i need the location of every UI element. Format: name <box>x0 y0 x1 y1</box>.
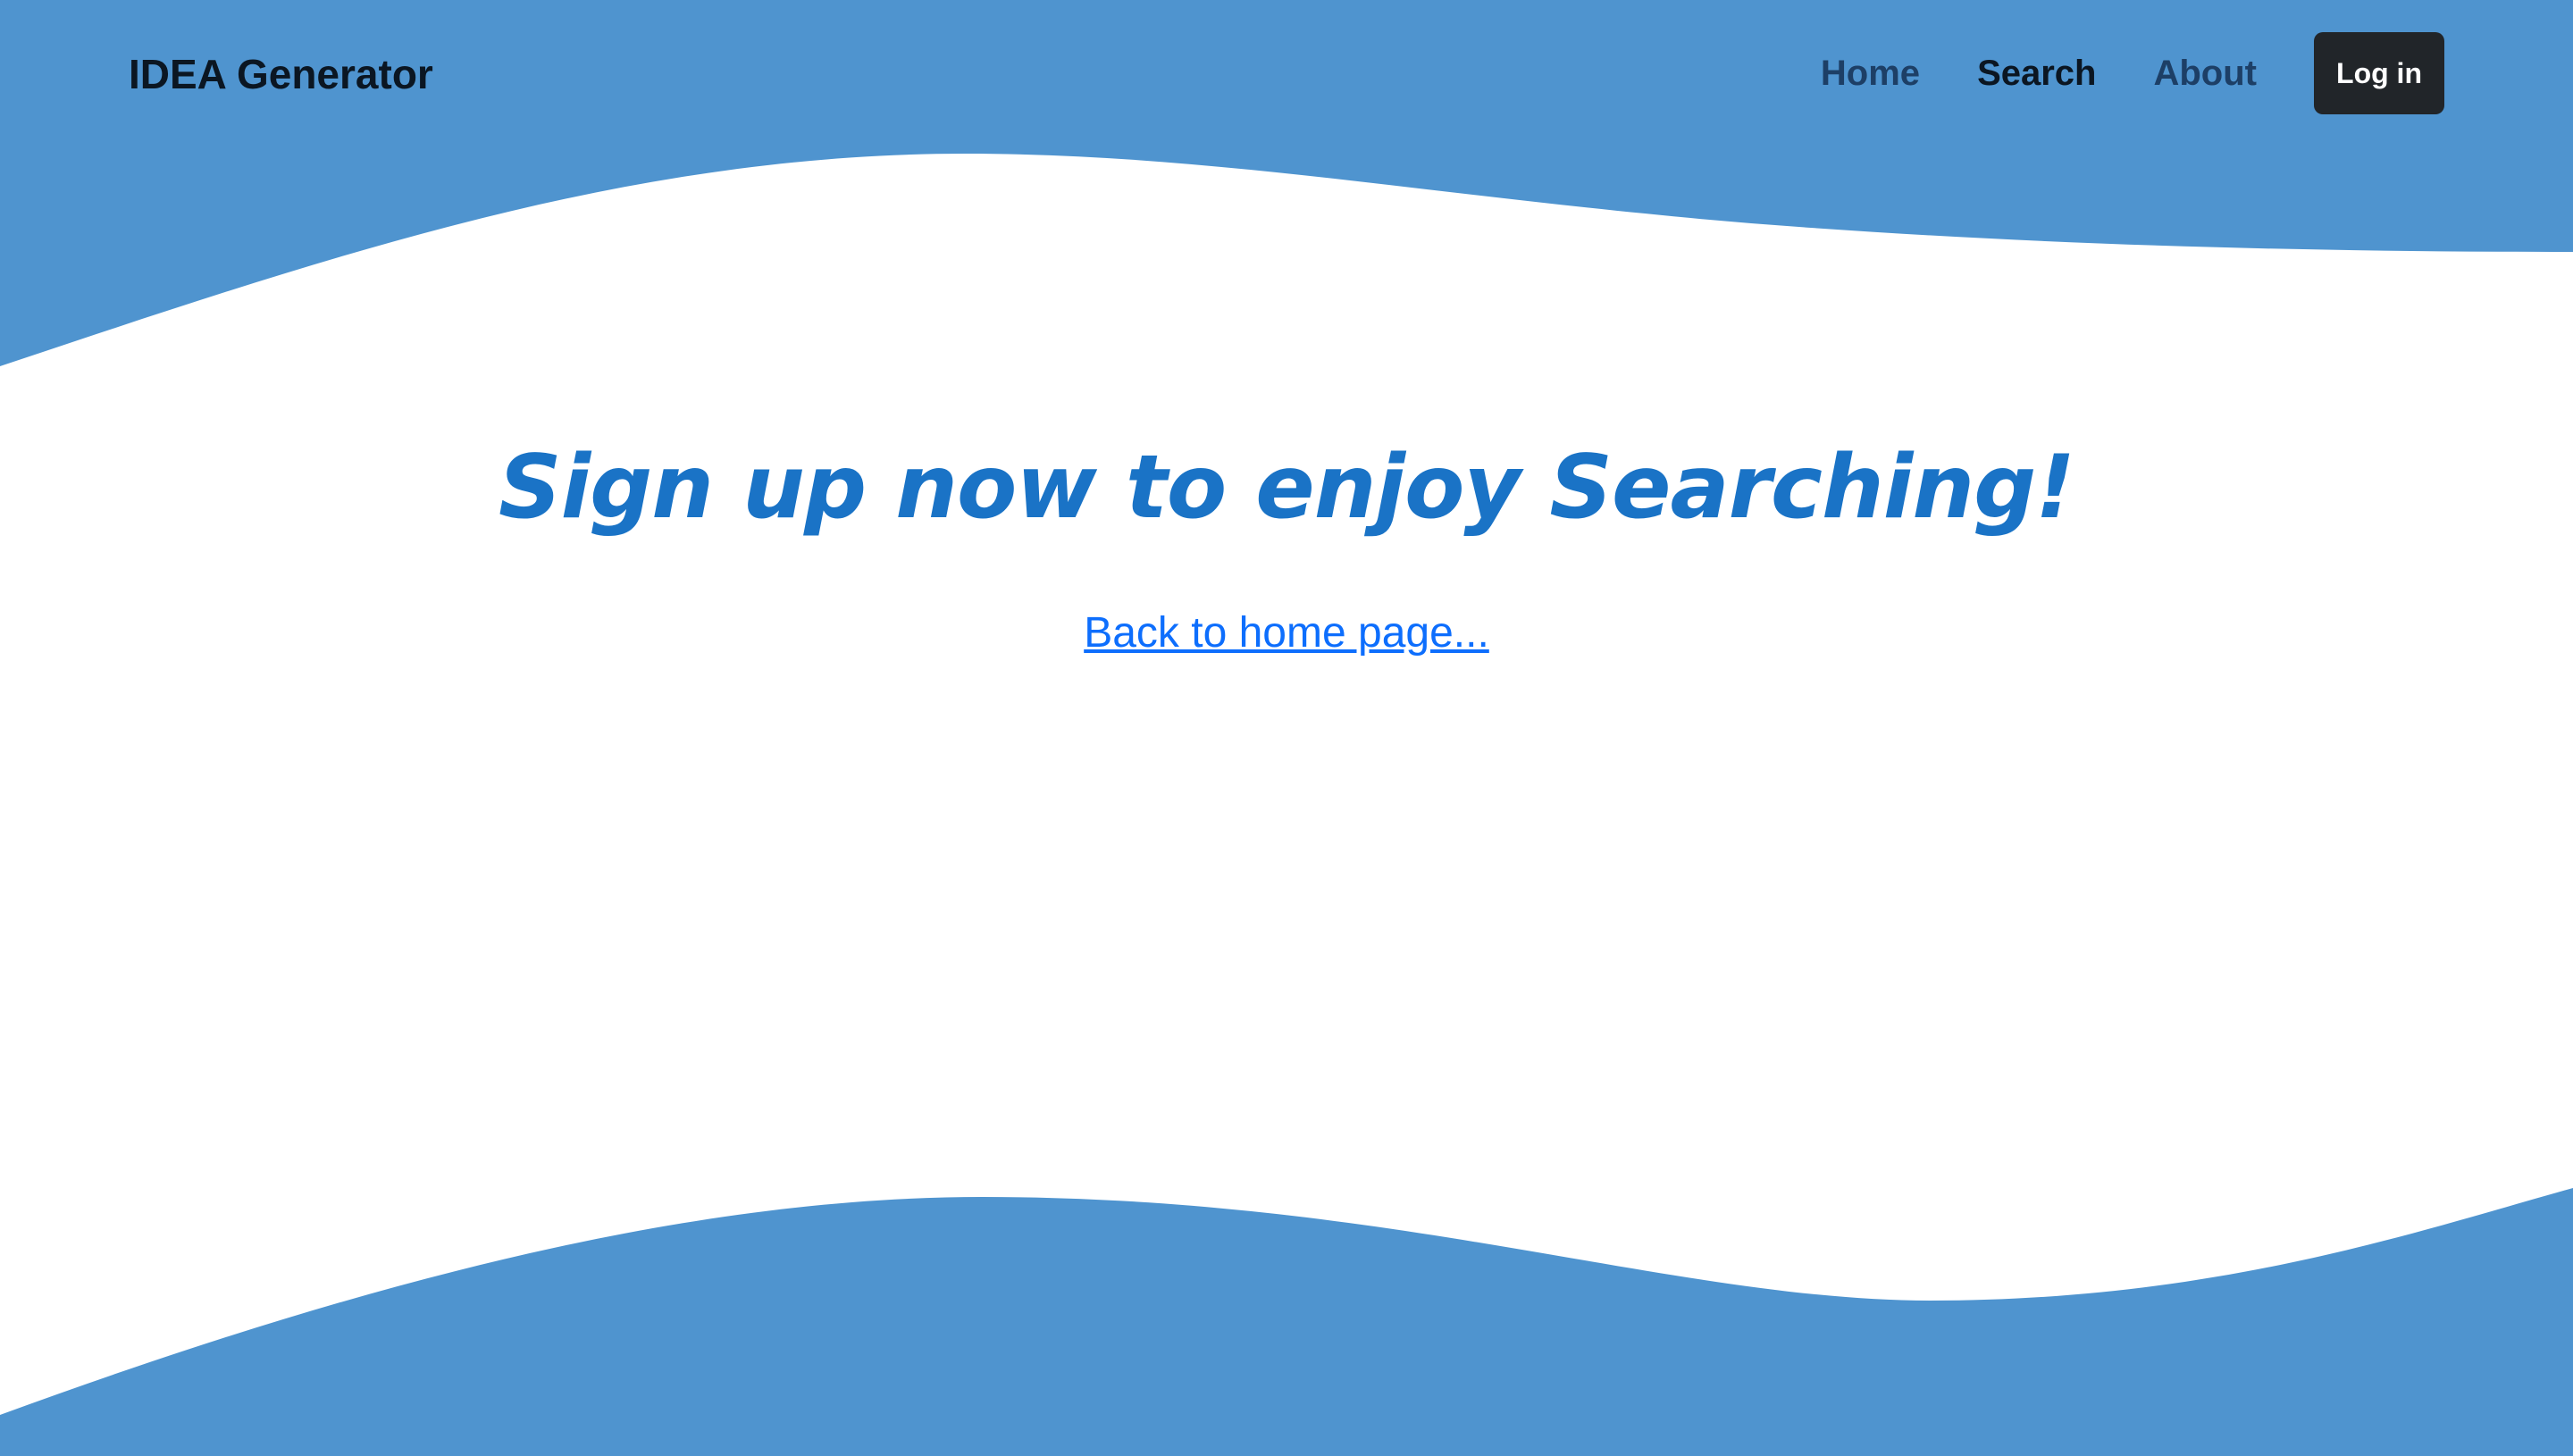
back-link-container: Back to home page... <box>0 602 2573 665</box>
nav-links: Home Search About Log in <box>1821 32 2444 114</box>
main-content: Sign up now to enjoy Searching! Back to … <box>0 0 2573 1456</box>
navbar: IDEA Generator Home Search About Log in <box>0 0 2573 148</box>
login-button[interactable]: Log in <box>2314 32 2444 114</box>
signup-headline: Sign up now to enjoy Searching! <box>498 437 2075 539</box>
brand-logo[interactable]: IDEA Generator <box>129 45 433 104</box>
back-to-home-link[interactable]: Back to home page... <box>1084 609 1489 657</box>
nav-link-home[interactable]: Home <box>1821 32 1920 114</box>
nav-link-about[interactable]: About <box>2153 32 2257 114</box>
nav-link-search[interactable]: Search <box>1977 32 2096 114</box>
